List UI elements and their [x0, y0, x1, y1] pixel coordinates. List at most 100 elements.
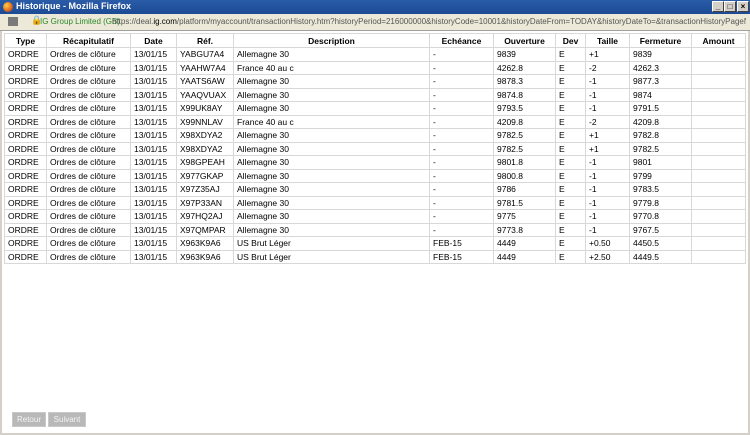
- table-cell: 9782.5: [493, 141, 556, 156]
- column-header[interactable]: Dev: [555, 33, 586, 48]
- table-cell: US Brut Léger: [233, 236, 430, 251]
- table-cell: 13/01/15: [130, 128, 177, 143]
- table-row[interactable]: ORDRE Ordres de clôture 13/01/15 X99NNLAV Fr…: [4, 114, 746, 129]
- table-cell: 13/01/15: [130, 195, 177, 210]
- table-cell: Allemagne 30: [233, 128, 430, 143]
- table-row[interactable]: ORDRE Ordres de clôture 13/01/15 X98XDYA2 Al…: [4, 128, 746, 143]
- maximize-button[interactable]: □: [724, 1, 736, 12]
- column-header[interactable]: Date: [130, 33, 177, 48]
- table-cell: +1: [585, 128, 630, 143]
- table-cell: E: [555, 222, 586, 237]
- table-cell: 13/01/15: [130, 74, 177, 89]
- minimize-button[interactable]: _: [712, 1, 724, 12]
- table-cell: [691, 155, 746, 170]
- column-header[interactable]: Récapitulatif: [46, 33, 131, 48]
- table-cell: 13/01/15: [130, 47, 177, 62]
- table-cell: E: [555, 155, 586, 170]
- table-cell: -: [429, 182, 494, 197]
- table-row[interactable]: ORDRE Ordres de clôture 13/01/15 X97HQ2AJ Al…: [4, 209, 746, 224]
- table-cell: E: [555, 168, 586, 183]
- table-cell: [691, 128, 746, 143]
- column-header[interactable]: Fermeture: [629, 33, 692, 48]
- column-header[interactable]: Ouverture: [493, 33, 556, 48]
- table-cell: 9874.8: [493, 87, 556, 102]
- table-row[interactable]: ORDRE Ordres de clôture 13/01/15 X98GPEAH Al…: [4, 155, 746, 170]
- column-header[interactable]: Description: [233, 33, 430, 48]
- table-row[interactable]: ORDRE Ordres de clôture 13/01/15 YAAQVUAX Al…: [4, 87, 746, 102]
- table-cell: -1: [585, 182, 630, 197]
- table-cell: -: [429, 101, 494, 116]
- table-cell: [691, 222, 746, 237]
- table-cell: Ordres de clôture: [46, 101, 131, 116]
- table-cell: -: [429, 47, 494, 62]
- table-cell: -: [429, 60, 494, 75]
- table-cell: -1: [585, 195, 630, 210]
- close-button[interactable]: ×: [737, 1, 749, 12]
- table-cell: ORDRE: [4, 249, 47, 264]
- table-cell: 4449: [493, 236, 556, 251]
- table-row[interactable]: ORDRE Ordres de clôture 13/01/15 X99UK8AY Al…: [4, 101, 746, 116]
- table-cell: 13/01/15: [130, 101, 177, 116]
- table-cell: Allemagne 30: [233, 222, 430, 237]
- table-row[interactable]: ORDRE Ordres de clôture 13/01/15 X98XDYA2 Al…: [4, 141, 746, 156]
- page-content: Type Récapitulatif Date Réf. Description Eché…: [2, 31, 748, 433]
- site-identity[interactable]: IG Group Limited (GB): [40, 17, 120, 26]
- table-cell: 9783.5: [629, 182, 692, 197]
- table-cell: X977GKAP: [176, 168, 234, 183]
- column-header[interactable]: Réf.: [176, 33, 234, 48]
- table-cell: 9781.5: [493, 195, 556, 210]
- table-cell: 9773.8: [493, 222, 556, 237]
- table-cell: Ordres de clôture: [46, 114, 131, 129]
- table-row[interactable]: ORDRE Ordres de clôture 13/01/15 X963K9A6 US…: [4, 236, 746, 251]
- url-text[interactable]: https://deal.ig.com/platform/myaccount/t…: [112, 17, 746, 26]
- table-cell: Ordres de clôture: [46, 141, 131, 156]
- table-cell: X97QMPAR: [176, 222, 234, 237]
- table-cell: ORDRE: [4, 209, 47, 224]
- table-cell: [691, 195, 746, 210]
- table-cell: ORDRE: [4, 168, 47, 183]
- table-row[interactable]: ORDRE Ordres de clôture 13/01/15 YABGU7A4 Al…: [4, 47, 746, 62]
- table-row[interactable]: ORDRE Ordres de clôture 13/01/15 X977GKAP Al…: [4, 168, 746, 183]
- table-cell: 13/01/15: [130, 182, 177, 197]
- previous-page-button[interactable]: Retour: [12, 412, 46, 427]
- table-cell: 4450.5: [629, 236, 692, 251]
- table-cell: 9782.8: [629, 128, 692, 143]
- table-cell: FEB-15: [429, 249, 494, 264]
- table-cell: ORDRE: [4, 74, 47, 89]
- table-cell: 4262.3: [629, 60, 692, 75]
- table-cell: 9839: [629, 47, 692, 62]
- table-cell: Ordres de clôture: [46, 182, 131, 197]
- table-cell: X97P33AN: [176, 195, 234, 210]
- table-cell: -1: [585, 74, 630, 89]
- table-cell: -: [429, 87, 494, 102]
- table-cell: +2.50: [585, 249, 630, 264]
- table-row[interactable]: ORDRE Ordres de clôture 13/01/15 YAATS6AW Al…: [4, 74, 746, 89]
- table-row[interactable]: ORDRE Ordres de clôture 13/01/15 X963K9A6 US…: [4, 249, 746, 264]
- next-page-button[interactable]: Suivant: [48, 412, 86, 427]
- table-cell: 9793.5: [493, 101, 556, 116]
- table-cell: -: [429, 209, 494, 224]
- table-cell: -: [429, 195, 494, 210]
- address-bar[interactable]: 🔒 IG Group Limited (GB) https://deal.ig.…: [0, 14, 750, 31]
- table-cell: [691, 209, 746, 224]
- table-cell: Allemagne 30: [233, 195, 430, 210]
- column-header[interactable]: Echéance: [429, 33, 494, 48]
- table-cell: 4209.8: [629, 114, 692, 129]
- table-cell: 9786: [493, 182, 556, 197]
- table-cell: 9791.5: [629, 101, 692, 116]
- table-row[interactable]: ORDRE Ordres de clôture 13/01/15 X97QMPAR Al…: [4, 222, 746, 237]
- column-header[interactable]: Amount: [691, 33, 746, 48]
- table-cell: X963K9A6: [176, 236, 234, 251]
- table-cell: [691, 60, 746, 75]
- table-cell: Ordres de clôture: [46, 155, 131, 170]
- table-cell: 9782.5: [629, 141, 692, 156]
- table-cell: ORDRE: [4, 195, 47, 210]
- table-row[interactable]: ORDRE Ordres de clôture 13/01/15 X97Z35AJ Al…: [4, 182, 746, 197]
- table-cell: [691, 101, 746, 116]
- column-header[interactable]: Type: [4, 33, 47, 48]
- table-row[interactable]: ORDRE Ordres de clôture 13/01/15 YAAHW7A4 Fr…: [4, 60, 746, 75]
- table-cell: 9782.5: [493, 128, 556, 143]
- column-header[interactable]: Taille: [585, 33, 630, 48]
- table-cell: E: [555, 195, 586, 210]
- table-row[interactable]: ORDRE Ordres de clôture 13/01/15 X97P33AN Al…: [4, 195, 746, 210]
